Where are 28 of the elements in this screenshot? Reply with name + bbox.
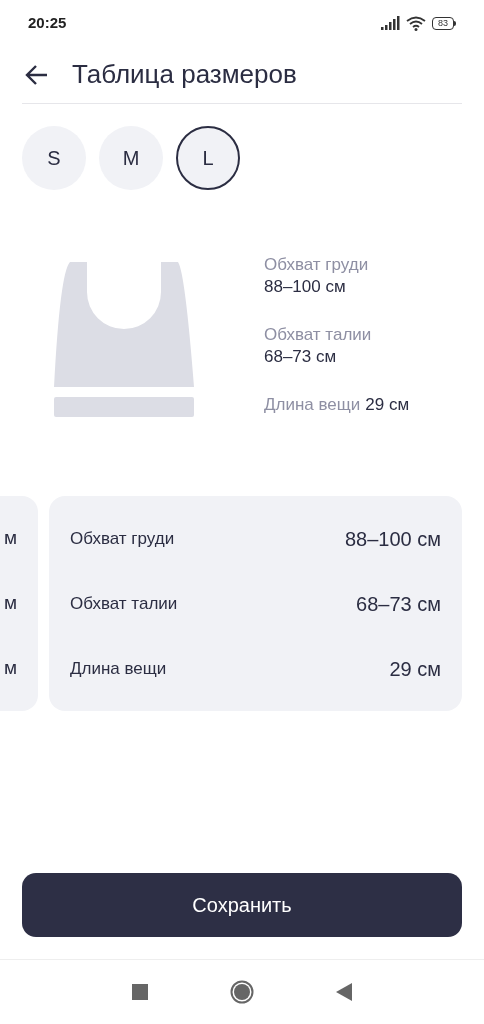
top-garment-icon <box>53 262 195 420</box>
measure-label: Обхват груди <box>264 255 369 274</box>
measure-value: 88–100 см <box>344 526 441 552</box>
page-title: Таблица размеров <box>72 58 297 91</box>
measure-label: Длина вещи <box>70 657 167 680</box>
measure-value: м <box>3 591 17 616</box>
measure-value: м <box>3 526 17 551</box>
size-option[interactable]: S <box>22 126 86 190</box>
back-icon[interactable] <box>336 983 352 1001</box>
home-icon[interactable] <box>230 980 254 1004</box>
wifi-icon <box>406 15 426 31</box>
measure-value: м <box>3 656 17 681</box>
back-arrow-icon[interactable] <box>24 63 48 86</box>
size-option[interactable]: L <box>176 126 240 190</box>
measure-value: 29 см <box>389 656 441 682</box>
measure-value: 29 см <box>365 395 410 414</box>
status-time: 20:25 <box>28 12 67 33</box>
measure-value: 68–73 см <box>264 346 338 368</box>
measure-label: Обхват талии <box>70 592 178 615</box>
battery-icon: 83 <box>432 16 456 30</box>
measure-value: 88–100 см <box>264 276 347 298</box>
measure-label: Длина вещи <box>264 395 361 414</box>
save-button[interactable]: Сохранить <box>22 873 462 937</box>
measure-label: Обхват талии <box>264 325 372 344</box>
size-option[interactable]: M <box>99 126 163 190</box>
signal-icon <box>380 16 400 30</box>
measure-value: 68–73 см <box>356 591 441 617</box>
measure-label: Обхват груди <box>70 527 175 550</box>
